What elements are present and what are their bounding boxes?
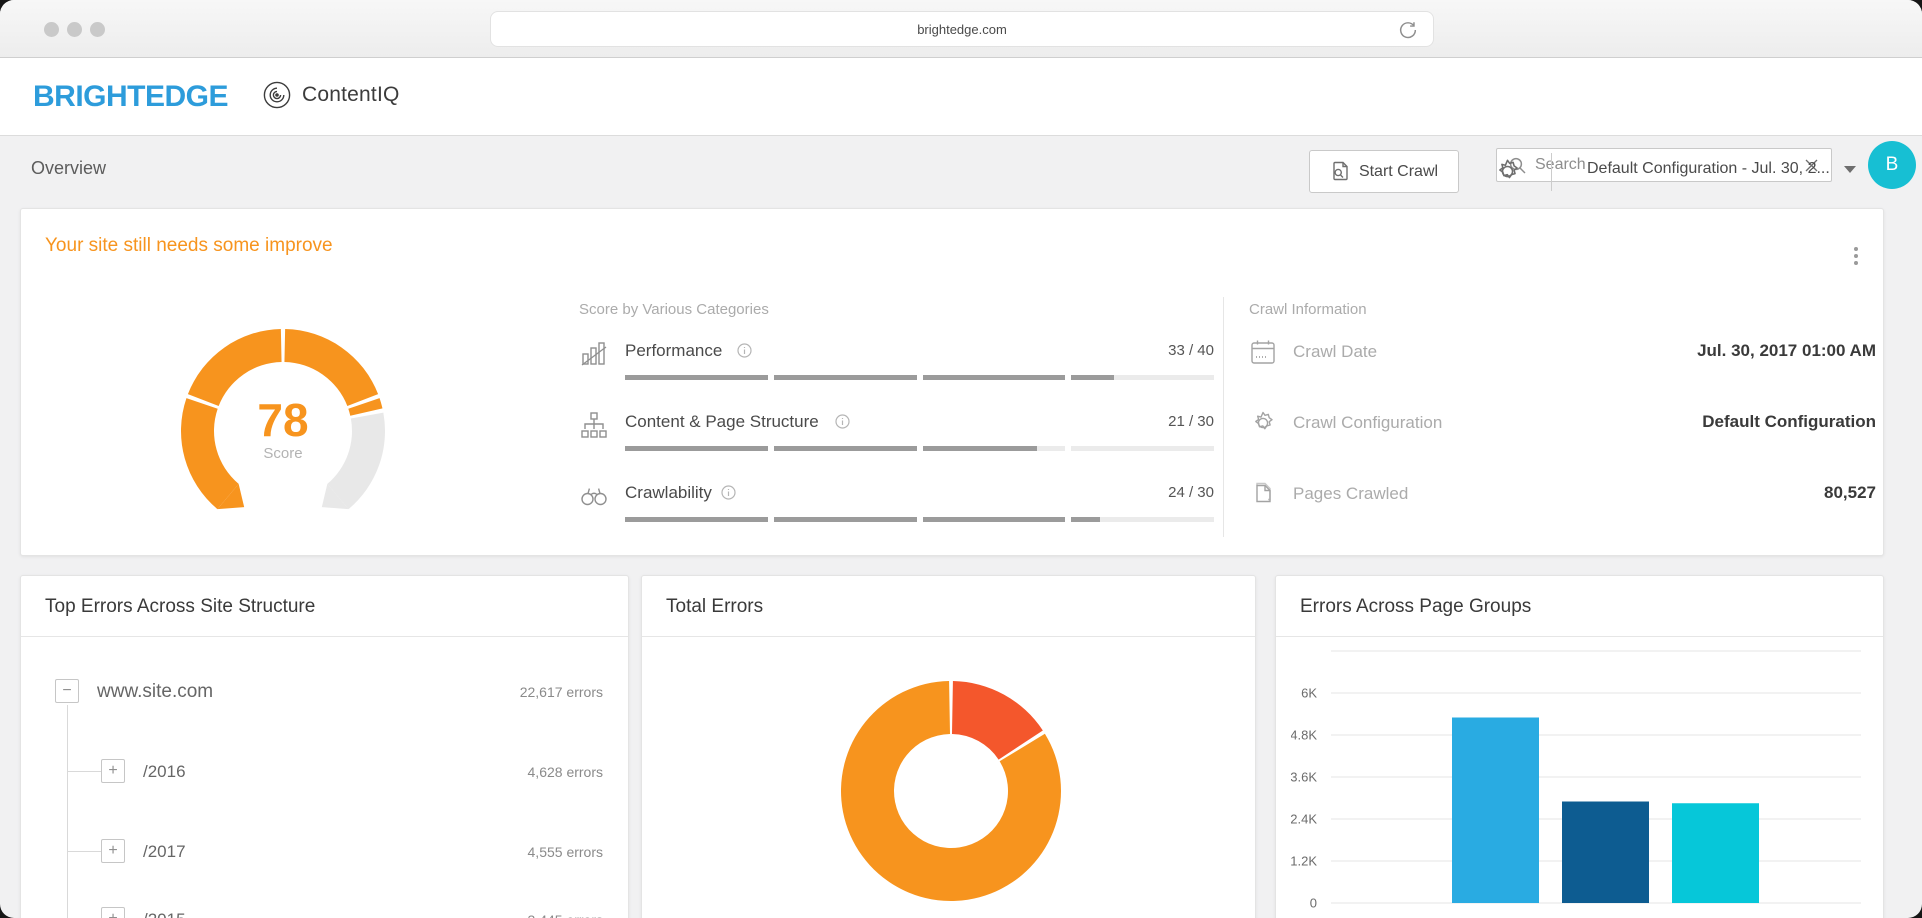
tree-item-errors: 4,628 errors	[528, 764, 603, 780]
site-structure-card: Top Errors Across Site Structure − www.s…	[20, 575, 629, 918]
total-errors-card: Total Errors	[641, 575, 1256, 918]
category-row-performance: Performance 33 / 40	[565, 337, 1214, 383]
crawl-configuration-label: Crawl Configuration	[1293, 413, 1442, 433]
crawl-date-row: Crawl Date Jul. 30, 2017 01:00 AM	[1249, 337, 1879, 373]
category-label: Content & Page Structure	[625, 412, 819, 432]
score-caption: Score	[148, 445, 418, 462]
calendar-icon	[1249, 338, 1277, 366]
tree-item-errors: 22,617 errors	[520, 684, 603, 700]
address-bar-url: brightedge.com	[917, 22, 1007, 37]
product-name: ContentIQ	[302, 83, 400, 107]
tree-connector-stub	[67, 851, 101, 852]
svg-text:1.2K: 1.2K	[1291, 854, 1317, 869]
info-icon[interactable]	[835, 414, 850, 429]
section-divider	[1223, 297, 1224, 537]
categories-section-title: Score by Various Categories	[579, 301, 769, 318]
page-groups-card: Errors Across Page Groups 0 1.2K 2.4K 3.6K 4…	[1275, 575, 1884, 918]
card-divider	[1276, 636, 1883, 637]
pages-crawled-value: 80,527	[1824, 483, 1876, 503]
tree-expander-expand[interactable]: +	[101, 759, 125, 783]
start-crawl-label: Start Crawl	[1359, 163, 1438, 181]
configuration-dropdown-label: Default Configuration - Jul. 30, 2...	[1587, 160, 1830, 178]
page-title: Overview	[31, 158, 106, 179]
category-row-crawlability: Crawlability 24 / 30	[565, 479, 1214, 525]
svg-text:3.6K: 3.6K	[1291, 770, 1317, 785]
browser-chrome: brightedge.com	[0, 0, 1922, 58]
avatar-initial: B	[1886, 154, 1899, 176]
crawl-info-section-title: Crawl Information	[1249, 301, 1367, 318]
info-icon[interactable]	[721, 485, 736, 500]
tree-expander-expand[interactable]: +	[101, 839, 125, 863]
tree-item-label[interactable]: /2016	[143, 762, 186, 782]
crawl-document-icon	[1330, 161, 1350, 183]
category-label: Crawlability	[625, 483, 712, 503]
score-value: 78	[148, 397, 418, 443]
svg-text:4.8K: 4.8K	[1291, 728, 1317, 743]
toolbar-divider	[1551, 153, 1552, 191]
crawl-date-value: Jul. 30, 2017 01:00 AM	[1697, 341, 1876, 361]
svg-text:2.4K: 2.4K	[1291, 812, 1317, 827]
pages-crawled-label: Pages Crawled	[1293, 484, 1408, 504]
tree-expander-collapse[interactable]: −	[55, 679, 79, 703]
category-score: 33 / 40	[1168, 342, 1214, 359]
tree-expander-expand[interactable]: +	[101, 907, 125, 918]
browser-window: brightedge.com BRIGHTEDGE ContentIQ	[0, 0, 1922, 918]
start-crawl-button[interactable]: Start Crawl	[1309, 150, 1459, 193]
avatar[interactable]: B	[1868, 141, 1916, 189]
page-groups-bar-chart[interactable]: 0 1.2K 2.4K 3.6K 4.8K 6K	[1291, 641, 1871, 918]
score-gauge-center: 78 Score	[148, 303, 418, 462]
tree-item-errors: 3,445 errors	[528, 912, 603, 918]
pages-crawled-row: Pages Crawled 80,527	[1249, 479, 1879, 515]
category-row-content-structure: Content & Page Structure 21 / 30	[565, 408, 1214, 454]
window-button-zoom[interactable]	[90, 22, 105, 37]
kebab-menu-icon[interactable]	[1847, 247, 1865, 273]
refresh-icon[interactable]	[1397, 19, 1419, 41]
chevron-down-icon	[1844, 166, 1856, 173]
card-divider	[21, 636, 628, 637]
site-score-card: Your site still needs some improve 78 Sc…	[20, 208, 1884, 556]
category-label: Performance	[625, 341, 722, 361]
category-progress-bar	[625, 517, 1214, 522]
app-header: BRIGHTEDGE ContentIQ	[0, 58, 1922, 136]
svg-text:6K: 6K	[1301, 686, 1317, 701]
site-structure-card-title: Top Errors Across Site Structure	[45, 596, 315, 618]
crawl-configuration-row: Crawl Configuration Default Configuratio…	[1249, 408, 1879, 444]
category-progress-bar	[625, 375, 1214, 380]
document-icon	[1249, 480, 1277, 508]
score-headline: Your site still needs some improve	[45, 235, 333, 257]
bar-chart-icon	[579, 339, 609, 369]
address-bar[interactable]: brightedge.com	[490, 11, 1434, 47]
product-title: ContentIQ	[262, 80, 400, 110]
crawl-date-label: Crawl Date	[1293, 342, 1377, 362]
window-button-minimize[interactable]	[67, 22, 82, 37]
tree-item-errors: 4,555 errors	[528, 844, 603, 860]
tree-item-label[interactable]: www.site.com	[97, 681, 213, 703]
window-button-close[interactable]	[44, 22, 59, 37]
configuration-dropdown[interactable]: Default Configuration - Jul. 30, 2...	[1587, 160, 1856, 178]
category-progress-bar	[625, 446, 1214, 451]
page-groups-card-title: Errors Across Page Groups	[1300, 596, 1531, 618]
brightedge-logo[interactable]: BRIGHTEDGE	[33, 80, 228, 114]
tree-item-label[interactable]: /2015	[143, 910, 186, 918]
tree-item-label[interactable]: /2017	[143, 842, 186, 862]
sitemap-icon	[579, 410, 609, 440]
gear-icon	[1249, 409, 1277, 437]
card-divider	[642, 636, 1255, 637]
svg-text:0: 0	[1310, 896, 1317, 911]
total-errors-card-title: Total Errors	[666, 596, 763, 618]
binoculars-icon	[579, 481, 609, 511]
tree-connector-vertical	[67, 705, 68, 918]
tree-connector-stub	[67, 771, 101, 772]
contentiq-logo-icon	[262, 80, 292, 110]
category-score: 24 / 30	[1168, 484, 1214, 501]
crawl-configuration-value: Default Configuration	[1702, 412, 1876, 432]
category-score: 21 / 30	[1168, 413, 1214, 430]
info-icon[interactable]	[737, 343, 752, 358]
crawl-settings-gear-icon[interactable]	[1492, 156, 1523, 187]
total-errors-donut-chart[interactable]	[836, 676, 1066, 906]
